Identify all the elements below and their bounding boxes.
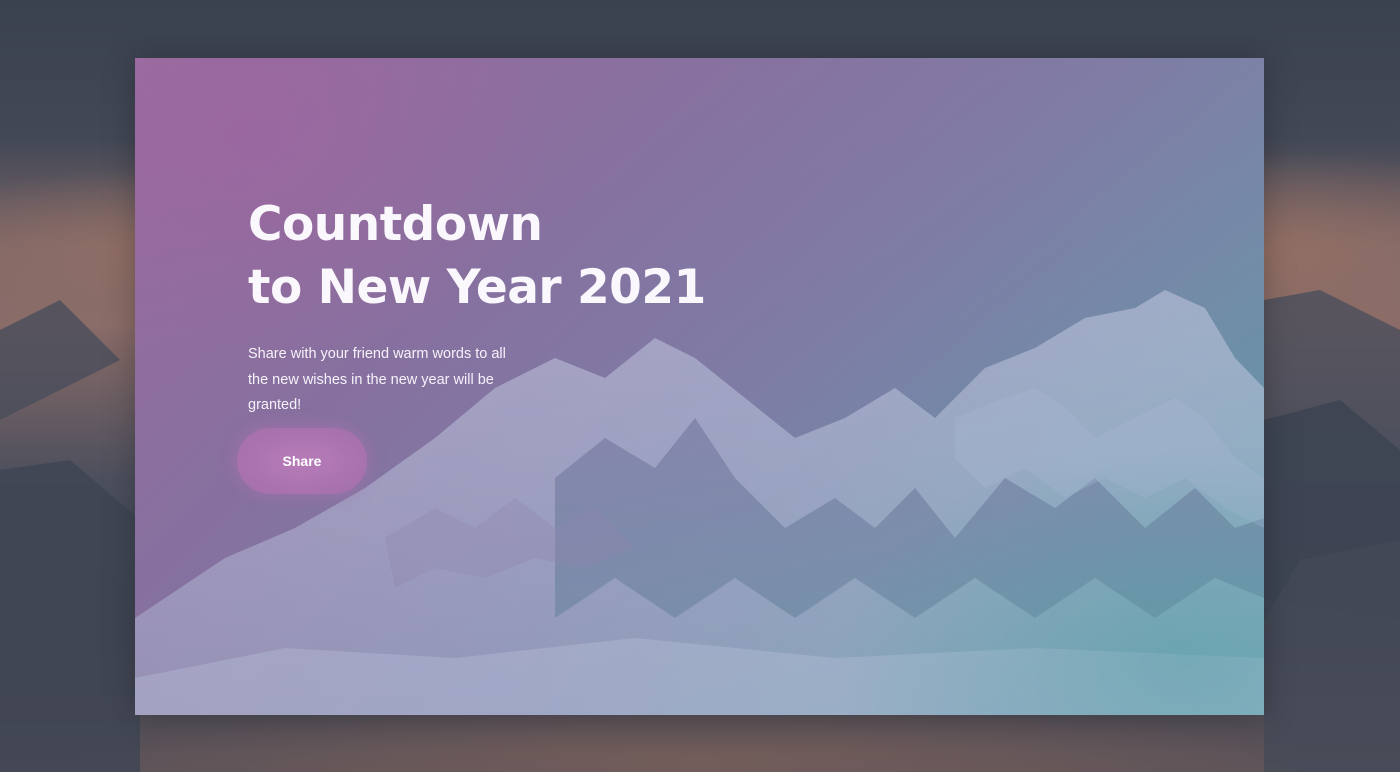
hero-subtitle: Share with your friend warm words to all… xyxy=(248,346,506,413)
hero-card: Countdown to New Year 2021 Share with yo… xyxy=(135,58,1264,715)
hero-title-line-1: Countdown xyxy=(248,197,543,252)
hero-title-line-2: to New Year 2021 xyxy=(248,260,706,315)
hero-title: Countdown to New Year 2021 xyxy=(248,193,768,319)
share-button[interactable]: Share xyxy=(237,428,367,494)
hero-content: Countdown to New Year 2021 Share with yo… xyxy=(248,193,768,419)
